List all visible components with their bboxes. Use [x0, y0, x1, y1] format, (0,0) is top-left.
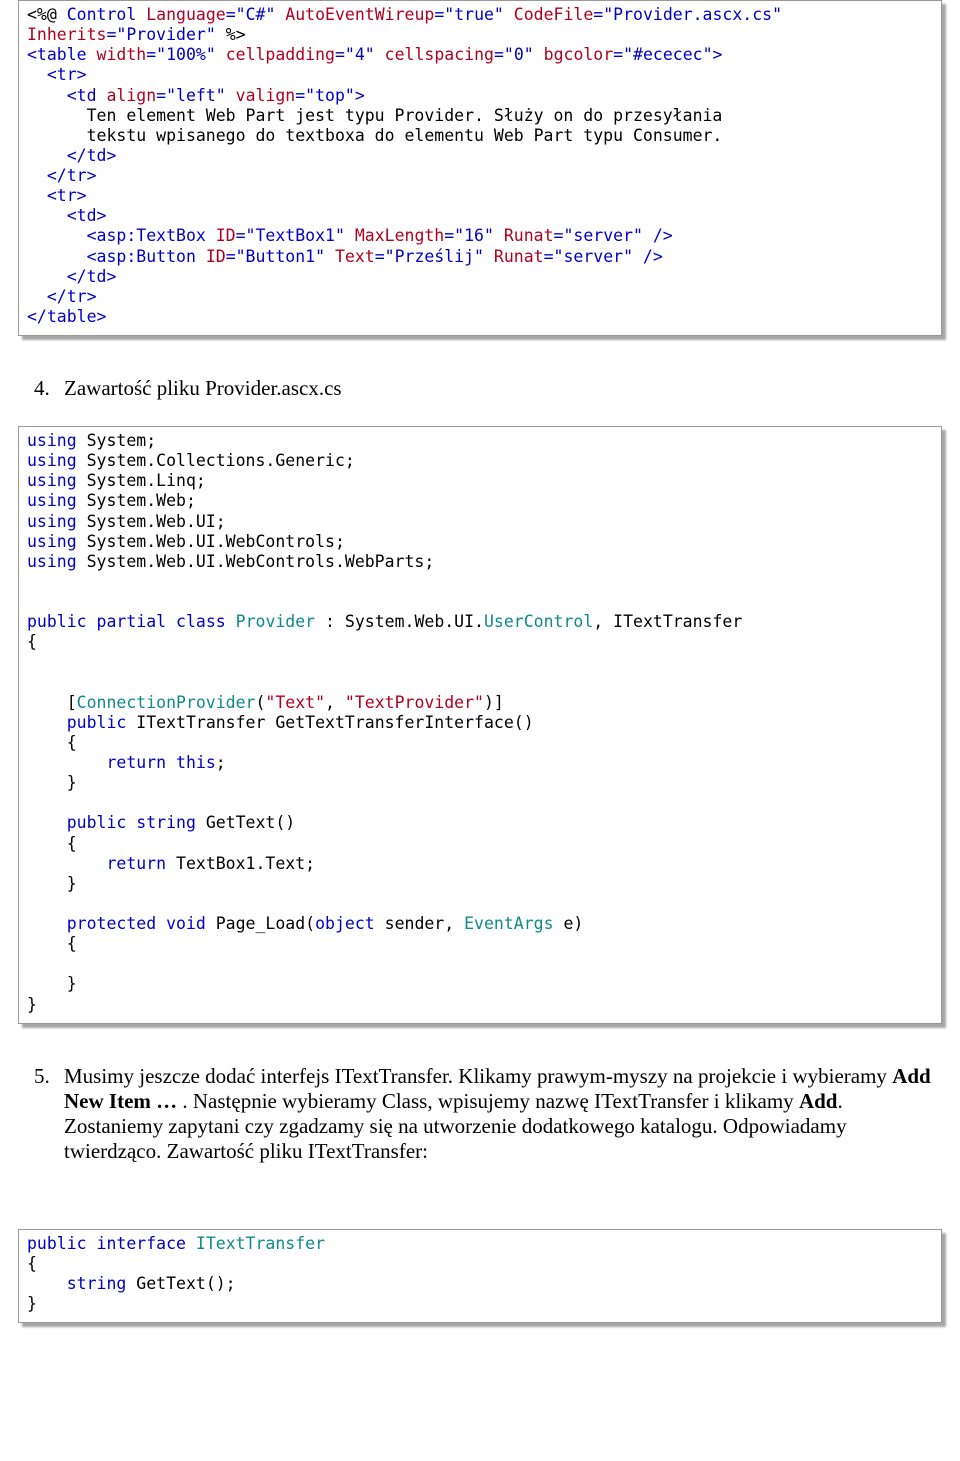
code-line: using System.Web; [27, 491, 196, 510]
code-line: } [27, 995, 37, 1014]
code-line: public interface ITextTransfer [27, 1234, 325, 1253]
code-line: } [27, 773, 77, 792]
list-number: 5. [34, 1064, 64, 1164]
code-line: { [27, 1254, 37, 1273]
list-item-4: 4. Zawartość pliku Provider.ascx.cs [34, 376, 960, 401]
code-line: <asp:TextBox ID="TextBox1" MaxLength="16… [27, 226, 673, 245]
code-line: </td> [27, 146, 116, 165]
code-line: public partial class Provider : System.W… [27, 612, 742, 631]
code-line: Ten element Web Part jest typu Provider.… [27, 106, 722, 125]
code-line: </table> [27, 307, 106, 326]
code-line: using System.Collections.Generic; [27, 451, 355, 470]
code-line: public ITextTransfer GetTextTransferInte… [27, 713, 534, 732]
list-number: 4. [34, 376, 64, 401]
code-line: <table width="100%" cellpadding="4" cell… [27, 45, 722, 64]
code-line: [ConnectionProvider("Text", "TextProvide… [27, 693, 504, 712]
code-block-csharp: using System; using System.Collections.G… [18, 426, 942, 1024]
code-block-interface: public interface ITextTransfer { string … [18, 1229, 942, 1324]
bold-add: Add [799, 1089, 838, 1113]
code-line: { [27, 834, 77, 853]
list-text: Zawartość pliku Provider.ascx.cs [64, 376, 342, 401]
list-text: Musimy jeszcze dodać interfejs ITextTran… [64, 1064, 944, 1164]
code-line: using System.Linq; [27, 471, 206, 490]
code-line: </tr> [27, 287, 97, 306]
code-line: protected void Page_Load(object sender, … [27, 914, 583, 933]
code-line: { [27, 934, 77, 953]
code-line: tekstu wpisanego do textboxa do elementu… [27, 126, 722, 145]
code-line: { [27, 733, 77, 752]
code-line: } [27, 1294, 37, 1313]
code-line: <td> [27, 206, 106, 225]
code-line: <%@ Control Language="C#" AutoEventWireu… [27, 5, 782, 24]
code-line: public string GetText() [27, 813, 295, 832]
code-line: return this; [27, 753, 226, 772]
code-line: using System.Web.UI; [27, 512, 226, 531]
code-line: </td> [27, 267, 116, 286]
code-line: using System.Web.UI.WebControls.WebParts… [27, 552, 434, 571]
code-line: return TextBox1.Text; [27, 854, 315, 873]
code-line: { [27, 632, 37, 651]
code-line: <td align="left" valign="top"> [27, 86, 365, 105]
code-line: <tr> [27, 65, 87, 84]
code-line: } [27, 974, 77, 993]
code-block-ascx: <%@ Control Language="C#" AutoEventWireu… [18, 0, 942, 336]
code-line: <tr> [27, 186, 87, 205]
code-line: Inherits="Provider" %> [27, 25, 246, 44]
code-line: } [27, 874, 77, 893]
code-line: using System; [27, 431, 156, 450]
code-line: string GetText(); [27, 1274, 236, 1293]
code-line: <asp:Button ID="Button1" Text="Prześlij"… [27, 247, 663, 266]
code-line: using System.Web.UI.WebControls; [27, 532, 345, 551]
code-line: </tr> [27, 166, 97, 185]
list-item-5: 5. Musimy jeszcze dodać interfejs ITextT… [34, 1064, 960, 1164]
